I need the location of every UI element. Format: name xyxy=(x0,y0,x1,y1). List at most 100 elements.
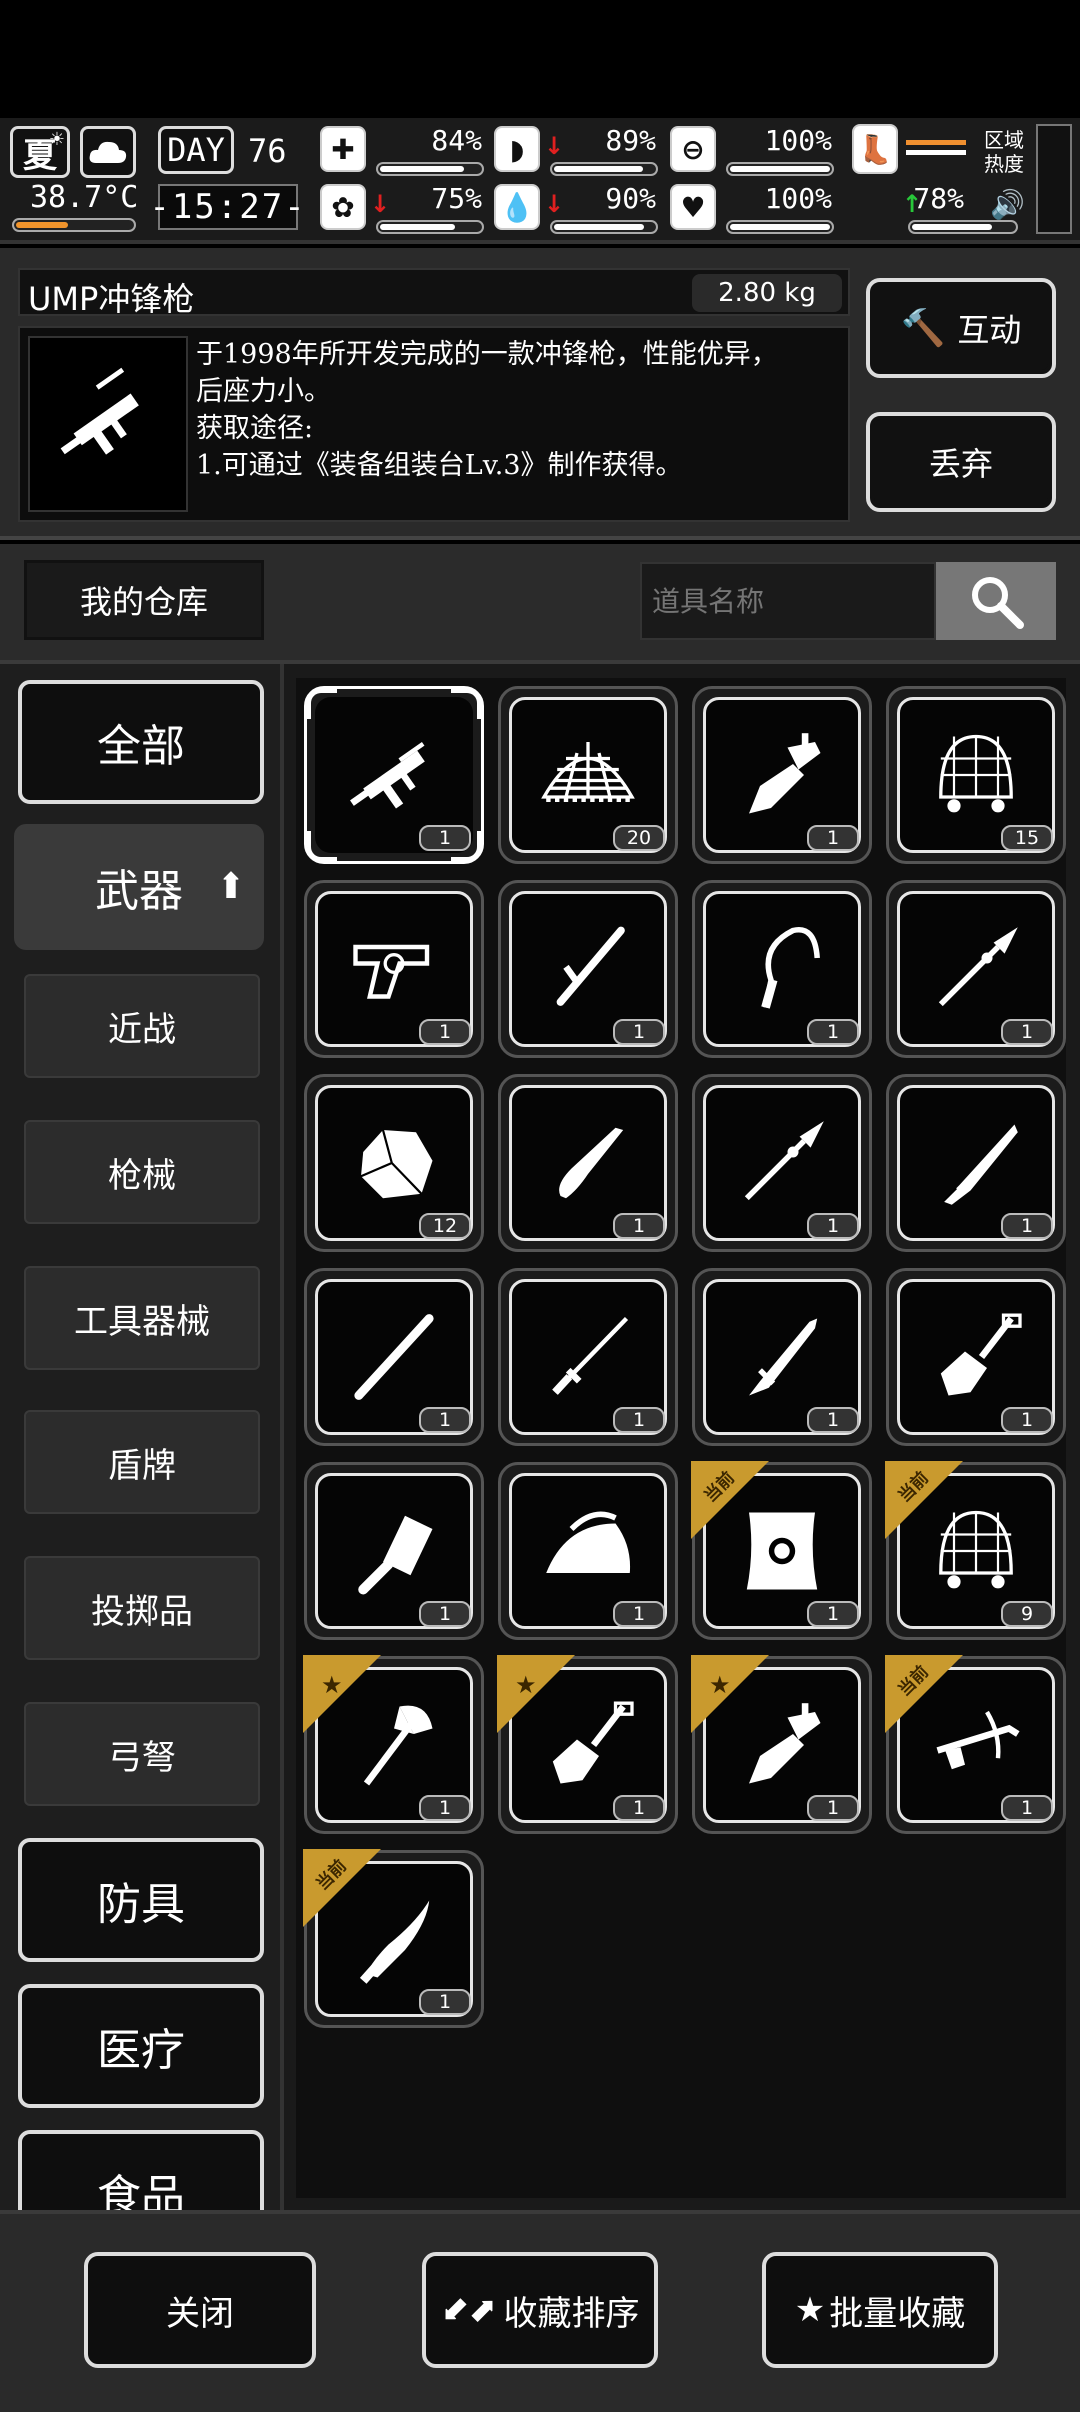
item-count: 20 xyxy=(613,825,665,851)
item-count: 1 xyxy=(807,1601,859,1627)
selection-corner xyxy=(307,831,337,861)
search-input[interactable] xyxy=(642,564,934,638)
item-description-box: 于1998年所开发完成的一款冲锋枪，性能优异， 后座力小。 获取途径: 1.可通过《装… xyxy=(18,326,850,522)
stat-bar-fill xyxy=(380,224,455,230)
inventory-slot[interactable]: 1 xyxy=(498,1074,678,1252)
search-button[interactable] xyxy=(936,562,1056,640)
search-field[interactable] xyxy=(640,562,936,640)
item-count: 1 xyxy=(807,825,859,851)
inventory-slot[interactable]: 1 xyxy=(498,1268,678,1446)
item-count: 12 xyxy=(419,1213,471,1239)
search-icon xyxy=(972,577,1024,629)
swap-arrows-icon: ⬋⬈ xyxy=(440,2290,498,2330)
temperature-bar xyxy=(12,218,136,232)
day-label: DAY xyxy=(158,126,234,174)
inventory-slot[interactable]: 1 xyxy=(304,1462,484,1640)
subcategory-throwables[interactable]: 投掷品 xyxy=(24,1556,260,1660)
drop-button[interactable]: 丢弃 xyxy=(866,412,1056,512)
inventory-slot[interactable]: 1 当前 xyxy=(691,1461,872,1640)
interact-button[interactable]: 🔨 互动 xyxy=(866,278,1056,378)
area-heat-meter xyxy=(1036,124,1072,234)
arrow-down-icon: ↓ xyxy=(370,190,391,218)
warehouse-title: 我的仓库 xyxy=(24,560,264,640)
area-heat-label: 区域热度 xyxy=(984,128,1032,176)
subcategory-bows[interactable]: 弓弩 xyxy=(24,1702,260,1806)
item-weight: 2.80 kg xyxy=(692,274,842,312)
item-count: 1 xyxy=(1001,1795,1053,1821)
system-top-area xyxy=(0,0,1080,118)
item-count: 1 xyxy=(613,1795,665,1821)
sort-favorites-button[interactable]: ⬋⬈ 收藏排序 xyxy=(422,2252,658,2368)
item-count: 1 xyxy=(1001,1213,1053,1239)
activity-level-bars xyxy=(906,140,966,160)
close-button[interactable]: 关闭 xyxy=(84,2252,316,2368)
medkit-icon: ✚ xyxy=(320,126,366,172)
inventory-slot[interactable]: 1 xyxy=(692,1074,872,1252)
subcategory-firearms[interactable]: 枪械 xyxy=(24,1120,260,1224)
inventory-slot[interactable]: 1 xyxy=(886,880,1066,1058)
stat-bar-fill xyxy=(730,224,830,230)
inventory-slot[interactable]: 9 当前 xyxy=(885,1461,1066,1640)
category-sidebar[interactable]: 全部 武器 ⬆ 近战 枪械 工具器械 盾牌 投掷品 弓弩 防具 医疗 食品 xyxy=(0,664,284,2210)
inventory-slot[interactable]: 1 xyxy=(692,686,872,864)
inventory-slot[interactable]: 1 xyxy=(304,686,484,864)
batch-label: 批量收藏 xyxy=(829,2293,966,2334)
inventory-slot[interactable]: 1 xyxy=(692,1268,872,1446)
batch-favorite-button[interactable]: ★ 批量收藏 xyxy=(762,2252,998,2368)
inventory-slot[interactable]: 1 xyxy=(886,1074,1066,1252)
item-count: 1 xyxy=(419,1795,471,1821)
item-count: 1 xyxy=(419,825,471,851)
inventory-slot[interactable]: 1 ★ xyxy=(691,1655,872,1834)
category-food[interactable]: 食品 xyxy=(18,2130,264,2210)
inventory-slot[interactable]: 1 ★ xyxy=(497,1655,678,1834)
stat-value: 100% xyxy=(764,124,832,157)
inventory-slot[interactable]: 1 当前 xyxy=(885,1655,1066,1834)
subcategory-melee[interactable]: 近战 xyxy=(24,974,260,1078)
item-count: 1 xyxy=(807,1407,859,1433)
item-count: 1 xyxy=(613,1407,665,1433)
day-number: 76 xyxy=(248,132,287,170)
status-bar: 夏 ☀ 38.7°C DAY 76 -15:27- ✚ 84% ◗ ↓ 89% ⊖ 100% ✿… xyxy=(0,118,1080,244)
item-count: 1 xyxy=(613,1019,665,1045)
inventory-slot[interactable]: 1 xyxy=(498,880,678,1058)
temperature-bar-fill xyxy=(16,222,69,228)
category-armor[interactable]: 防具 xyxy=(18,1838,264,1962)
stat-value: 75% xyxy=(431,182,482,215)
inventory-slot[interactable]: 15 xyxy=(886,686,1066,864)
item-count: 1 xyxy=(1001,1019,1053,1045)
drop-label: 丢弃 xyxy=(928,445,993,483)
star-icon: ★ xyxy=(709,1671,731,1699)
capsule-icon: ⊖ xyxy=(670,126,716,172)
status-stat: ◗ ↓ 89% xyxy=(494,124,664,180)
status-stat: ✿ ↓ 75% xyxy=(320,182,490,238)
stat-bar xyxy=(550,162,658,176)
inventory-slot[interactable]: 1 ★ xyxy=(303,1655,484,1834)
brain-icon: ✿ xyxy=(320,184,366,230)
star-icon: ★ xyxy=(515,1671,537,1699)
category-medical[interactable]: 医疗 xyxy=(18,1984,264,2108)
stat-value: 78% xyxy=(913,182,964,215)
item-count: 1 xyxy=(1001,1407,1053,1433)
subcategory-shields[interactable]: 盾牌 xyxy=(24,1410,260,1514)
inventory-slot[interactable]: 1 xyxy=(304,1268,484,1446)
inventory-slot[interactable]: 1 xyxy=(886,1268,1066,1446)
inventory-slot[interactable]: 1 xyxy=(304,880,484,1058)
stat-bar xyxy=(908,220,1018,234)
warehouse-header: 我的仓库 xyxy=(0,544,1080,664)
subcategory-tools[interactable]: 工具器械 xyxy=(24,1266,260,1370)
inventory-slot[interactable]: 1 xyxy=(498,1462,678,1640)
speaker-icon[interactable]: 🔊 xyxy=(990,188,1025,221)
category-all[interactable]: 全部 xyxy=(18,680,264,804)
item-count: 1 xyxy=(419,1989,471,2015)
inventory-slot[interactable]: 12 xyxy=(304,1074,484,1252)
inventory-slot[interactable]: 1 当前 xyxy=(303,1849,484,2028)
item-count: 1 xyxy=(807,1019,859,1045)
stat-bar xyxy=(376,220,484,234)
status-stat: ♥ 100% xyxy=(670,182,840,238)
inventory-slot[interactable]: 20 xyxy=(498,686,678,864)
hammer-icon: 🔨 xyxy=(900,308,946,349)
inventory-slot[interactable]: 1 xyxy=(692,880,872,1058)
category-weapons[interactable]: 武器 ⬆ xyxy=(14,824,264,950)
item-count: 1 xyxy=(807,1795,859,1821)
item-count: 1 xyxy=(419,1019,471,1045)
